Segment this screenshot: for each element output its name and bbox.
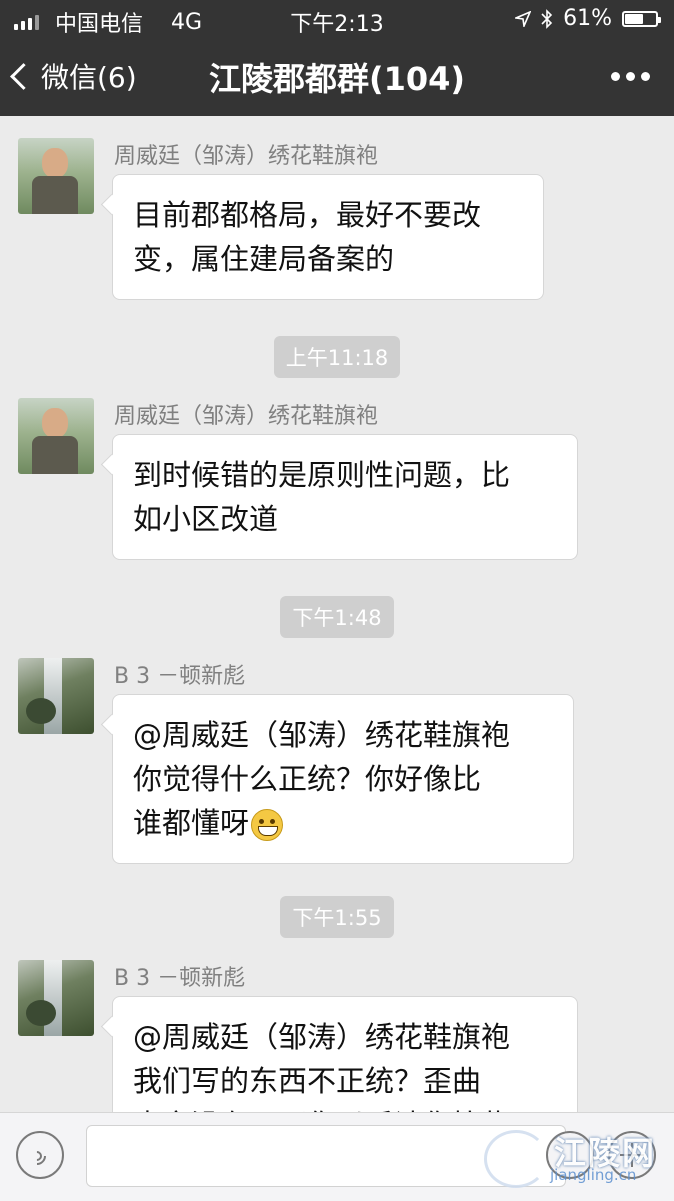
message-line: 变，属住建局备案的	[133, 242, 395, 276]
more-dots-icon	[611, 72, 620, 81]
sender-name: B 3 －顿新彪	[114, 664, 246, 689]
message-line: 目前郡都格局，最好不要改	[133, 198, 482, 232]
chat-area[interactable]: 周威廷（邹涛）绣花鞋旗袍 目前郡都格局，最好不要改 变，属住建局备案的 上午11…	[0, 116, 674, 1112]
status-right: 61%	[515, 6, 661, 31]
message-line: 事实没有？那你以后请你搞些	[133, 1103, 557, 1112]
timestamp: 上午11:18	[0, 336, 674, 378]
message-line: 到时候错的是原则性问题，比	[133, 458, 511, 492]
battery-icon	[622, 10, 661, 27]
watermark-logo: 江陵网 jiangling.cn	[484, 1126, 664, 1190]
battery-percent: 61%	[563, 6, 612, 31]
sender-name: 周威廷（邹涛）绣花鞋旗袍	[114, 404, 379, 429]
message-line: 你觉得什么正统？你好像比	[133, 762, 482, 796]
location-arrow-icon	[515, 10, 532, 27]
message-line: @周威廷（邹涛）绣花鞋旗袍	[133, 1020, 511, 1054]
timestamp: 下午1:48	[0, 596, 674, 638]
bluetooth-icon	[541, 8, 553, 29]
avatar[interactable]	[18, 138, 94, 214]
voice-icon[interactable]	[16, 1131, 64, 1179]
chat-title: 江陵郡都群(104)	[208, 60, 466, 98]
nav-bar: 微信(6) 江陵郡都群(104)	[0, 38, 674, 116]
message-line: 谁都懂呀	[133, 806, 250, 840]
message-bubble[interactable]: @周威廷（邹涛）绣花鞋旗袍 你觉得什么正统？你好像比 谁都懂呀	[112, 694, 574, 864]
watermark-swoosh	[484, 1130, 548, 1188]
battery-fill	[625, 13, 644, 24]
avatar[interactable]	[18, 658, 94, 734]
sender-name: B 3 －顿新彪	[114, 966, 246, 991]
timestamp-label: 上午11:18	[273, 336, 401, 378]
message-line: @周威廷（邹涛）绣花鞋旗袍	[133, 718, 511, 752]
watermark-url: jiangling.cn	[550, 1166, 637, 1184]
avatar[interactable]	[18, 398, 94, 474]
header: 中国电信 4G 下午2:13 61% 微信(6) 江陵郡都群(104)	[0, 0, 674, 116]
timestamp-label: 下午1:48	[280, 596, 394, 638]
timestamp-label: 下午1:55	[280, 896, 394, 938]
avatar[interactable]	[18, 960, 94, 1036]
message-line: 我们写的东西不正统？歪曲	[133, 1064, 482, 1098]
more-button[interactable]	[611, 72, 650, 81]
timestamp: 下午1:55	[0, 896, 674, 938]
sender-name: 周威廷（邹涛）绣花鞋旗袍	[114, 144, 379, 169]
message-bubble[interactable]: 目前郡都格局，最好不要改 变，属住建局备案的	[112, 174, 544, 300]
message-bubble[interactable]: @周威廷（邹涛）绣花鞋旗袍 我们写的东西不正统？歪曲 事实没有？那你以后请你搞些	[112, 996, 578, 1112]
message-line: 如小区改道	[133, 502, 279, 536]
grin-emoji-icon	[251, 809, 284, 841]
status-bar: 中国电信 4G 下午2:13 61%	[0, 0, 674, 38]
message-bubble[interactable]: 到时候错的是原则性问题，比 如小区改道	[112, 434, 578, 560]
